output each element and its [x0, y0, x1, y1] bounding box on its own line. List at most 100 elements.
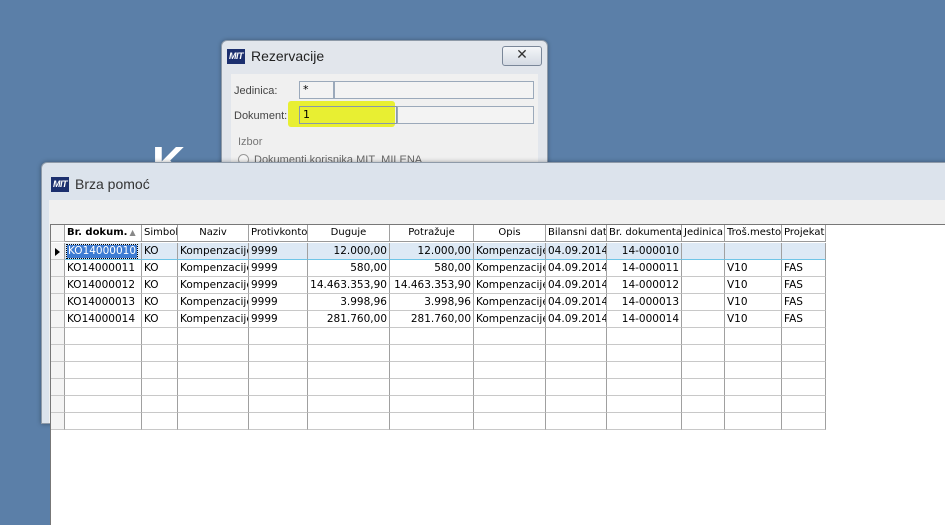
column-header-duguje[interactable]: Duguje [308, 225, 390, 242]
cell-tros-mesto[interactable]: V10 [725, 311, 782, 328]
cell-text: Kompenzacije [180, 296, 249, 308]
cell-opis[interactable]: Kompenzacije [474, 277, 546, 294]
table-row[interactable]: KO14000010 KO Kompenzacije 9999 12.000,00 12.… [51, 243, 945, 260]
table-row[interactable]: KO14000012 KO Kompenzacije 9999 14.463.353,9… [51, 277, 945, 294]
cell-tros-mesto[interactable]: V10 [725, 260, 782, 277]
cell-protivkonto[interactable]: 9999 [249, 277, 308, 294]
cell-potrazuje[interactable]: 281.760,00 [390, 311, 474, 328]
column-header-simbol[interactable]: Simbol [142, 225, 178, 242]
row-indicator[interactable] [51, 311, 65, 328]
cell-bilansni-dat[interactable]: 04.09.2014 [546, 311, 607, 328]
row-indicator[interactable] [51, 396, 65, 413]
cell-projekat[interactable]: FAS [782, 294, 826, 311]
column-header-jedinica[interactable]: Jedinica [682, 225, 725, 242]
row-indicator[interactable] [51, 413, 65, 430]
cell-bilansni-dat[interactable]: 04.09.2014 [546, 243, 607, 260]
dokument-input[interactable]: 1 [299, 106, 397, 124]
cell-jedinica[interactable] [682, 260, 725, 277]
cell-tros-mesto[interactable] [725, 243, 782, 260]
cell-protivkonto[interactable]: 9999 [249, 294, 308, 311]
cell-naziv[interactable]: Kompenzacije [178, 243, 249, 260]
cell-text: Kompenzacije [180, 262, 249, 274]
cell-bilansni-dat[interactable]: 04.09.2014 [546, 294, 607, 311]
cell-bilansni-dat[interactable]: 04.09.2014 [546, 260, 607, 277]
cell-jedinica[interactable] [682, 311, 725, 328]
cell-naziv[interactable]: Kompenzacije [178, 260, 249, 277]
table-row[interactable]: KO14000014 KO Kompenzacije 9999 281.760,00 28… [51, 311, 945, 328]
cell-bilansni-dat[interactable]: 04.09.2014 [546, 277, 607, 294]
column-header-tros-mesto[interactable]: Troš.mesto [725, 225, 782, 242]
row-indicator[interactable] [51, 345, 65, 362]
cell-projekat[interactable]: FAS [782, 311, 826, 328]
column-header-br-dokum[interactable]: Br. dokum. ▲ [65, 225, 142, 242]
cell-jedinica[interactable] [682, 294, 725, 311]
cell-duguje[interactable]: 14.463.353,90 [308, 277, 390, 294]
table-row[interactable]: KO14000013 KO Kompenzacije 9999 3.998,96 3.99… [51, 294, 945, 311]
cell-br-dokum[interactable]: KO14000012 [65, 277, 142, 294]
cell-simbol[interactable]: KO [142, 311, 178, 328]
cell-protivkonto[interactable]: 9999 [249, 311, 308, 328]
cell-simbol[interactable]: KO [142, 294, 178, 311]
column-header-naziv[interactable]: Naziv [178, 225, 249, 242]
cell-potrazuje[interactable]: 14.463.353,90 [390, 277, 474, 294]
cell-naziv[interactable]: Kompenzacije [178, 311, 249, 328]
row-indicator[interactable] [51, 260, 65, 277]
cell-simbol[interactable]: KO [142, 260, 178, 277]
cell-tros-mesto[interactable]: V10 [725, 294, 782, 311]
cell-duguje[interactable]: 281.760,00 [308, 311, 390, 328]
row-indicator[interactable] [51, 379, 65, 396]
cell-protivkonto[interactable]: 9999 [249, 260, 308, 277]
cell-simbol[interactable]: KO [142, 243, 178, 260]
column-header-bilansni-dat[interactable]: Bilansni dat. [546, 225, 607, 242]
column-header-opis[interactable]: Opis [474, 225, 546, 242]
cell-duguje[interactable]: 12.000,00 [308, 243, 390, 260]
column-header-protivkonto[interactable]: Protivkonto [249, 225, 308, 242]
cell-br-dokumenta[interactable]: 14-000013 [607, 294, 682, 311]
cell-br-dokumenta[interactable]: 14-000012 [607, 277, 682, 294]
cell-projekat[interactable]: FAS [782, 260, 826, 277]
rezervacije-titlebar[interactable]: MIT Rezervacije ✕ [222, 41, 547, 73]
cell-tros-mesto[interactable]: V10 [725, 277, 782, 294]
row-indicator[interactable] [51, 277, 65, 294]
jedinica-name-field[interactable] [334, 81, 534, 99]
cell-br-dokum[interactable]: KO14000010 [65, 243, 142, 260]
close-button[interactable]: ✕ [502, 46, 542, 66]
cell-br-dokum[interactable]: KO14000013 [65, 294, 142, 311]
cell-duguje[interactable]: 580,00 [308, 260, 390, 277]
row-indicator[interactable] [51, 294, 65, 311]
cell-opis[interactable]: Kompenzacije [474, 294, 546, 311]
column-header-br-dokumenta[interactable]: Br. dokumenta [607, 225, 682, 242]
column-header-projekat[interactable]: Projekat [782, 225, 826, 242]
data-grid[interactable]: Br. dokum. ▲ Simbol Naziv Protivkonto Duguje P… [50, 224, 945, 525]
cell-br-dokumenta[interactable]: 14-000011 [607, 260, 682, 277]
izbor-option[interactable]: Dokumenti korisnika MIT_MILENA [238, 152, 438, 162]
cell-projekat[interactable]: FAS [782, 277, 826, 294]
cell-potrazuje[interactable]: 580,00 [390, 260, 474, 277]
jedinica-input[interactable]: * [299, 81, 334, 99]
cell-potrazuje[interactable]: 12.000,00 [390, 243, 474, 260]
empty-cell [782, 396, 826, 413]
row-indicator[interactable] [51, 362, 65, 379]
cell-potrazuje[interactable]: 3.998,96 [390, 294, 474, 311]
cell-projekat[interactable] [782, 243, 826, 260]
cell-opis[interactable]: Kompenzacije [474, 260, 546, 277]
table-row[interactable]: KO14000011 KO Kompenzacije 9999 580,00 580,00… [51, 260, 945, 277]
cell-br-dokum[interactable]: KO14000011 [65, 260, 142, 277]
column-header-potrazuje[interactable]: Potražuje [390, 225, 474, 242]
cell-simbol[interactable]: KO [142, 277, 178, 294]
row-indicator[interactable] [51, 243, 65, 260]
dokument-extra-field[interactable] [397, 106, 534, 124]
cell-br-dokum[interactable]: KO14000014 [65, 311, 142, 328]
cell-br-dokumenta[interactable]: 14-000010 [607, 243, 682, 260]
cell-naziv[interactable]: Kompenzacije [178, 277, 249, 294]
cell-opis[interactable]: Kompenzacije [474, 243, 546, 260]
cell-br-dokumenta[interactable]: 14-000014 [607, 311, 682, 328]
cell-jedinica[interactable] [682, 243, 725, 260]
cell-jedinica[interactable] [682, 277, 725, 294]
cell-protivkonto[interactable]: 9999 [249, 243, 308, 260]
empty-cell [308, 328, 390, 345]
cell-opis[interactable]: Kompenzacije [474, 311, 546, 328]
cell-duguje[interactable]: 3.998,96 [308, 294, 390, 311]
row-indicator[interactable] [51, 328, 65, 345]
cell-naziv[interactable]: Kompenzacije [178, 294, 249, 311]
